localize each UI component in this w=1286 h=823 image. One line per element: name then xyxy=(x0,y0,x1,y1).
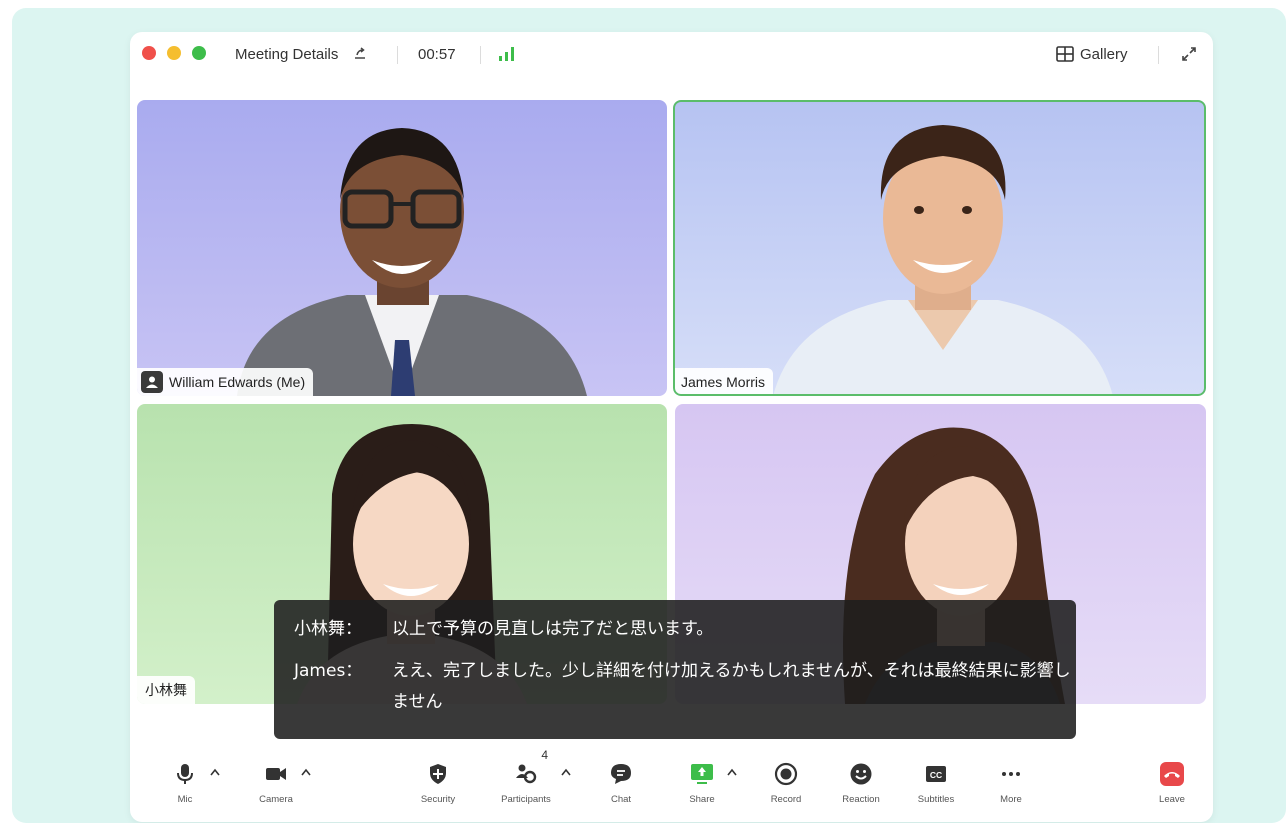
participant-name: 小林舞 xyxy=(145,682,187,698)
participant-name-tag: James Morris xyxy=(673,368,774,396)
subtitle-text: ええ、完了しました。少し詳細を付け加えるかもしれませんが、それは最終結果に影響し… xyxy=(392,661,1071,712)
gallery-view-button[interactable]: Gallery xyxy=(1056,44,1128,64)
security-button[interactable]: Security xyxy=(402,762,474,805)
subtitles-button[interactable]: CC Subtitles xyxy=(900,762,972,805)
meeting-details-title[interactable]: Meeting Details xyxy=(235,46,338,63)
video-tile-william[interactable]: William Edwards (Me) xyxy=(137,100,667,396)
participants-label: Participants xyxy=(501,794,551,805)
participants-icon-wrap: 4 xyxy=(514,748,548,786)
chat-label: Chat xyxy=(610,794,632,805)
meeting-window: Meeting Details 00:57 Gallery William Ed… xyxy=(130,32,1213,822)
grid-icon xyxy=(1056,46,1074,62)
participant-name-tag: 小林舞 xyxy=(137,676,195,704)
record-button[interactable]: Record xyxy=(750,762,822,805)
subtitle-line: James： ええ、完了しました。少し詳細を付け加えるかもしれませんが、それは最終… xyxy=(294,656,1072,718)
participants-count: 4 xyxy=(541,748,548,762)
chat-button[interactable]: Chat xyxy=(585,762,657,805)
camera-options-chevron-icon[interactable] xyxy=(301,768,311,776)
more-label: More xyxy=(1000,794,1022,805)
subtitle-text: 以上で予算の見直しは完了だと思います。 xyxy=(392,619,714,639)
divider xyxy=(1158,46,1159,64)
close-window-button[interactable] xyxy=(142,46,156,60)
reaction-button[interactable]: Reaction xyxy=(825,762,897,805)
connection-signal-icon[interactable] xyxy=(498,46,516,62)
page-background: Meeting Details 00:57 Gallery William Ed… xyxy=(12,8,1286,823)
subtitles-label: Subtitles xyxy=(917,794,955,805)
subtitle-speaker: 小林舞： xyxy=(294,619,362,639)
fullscreen-icon[interactable] xyxy=(1180,45,1198,63)
record-label: Record xyxy=(770,794,802,805)
participant-video xyxy=(237,128,587,396)
more-dots-icon xyxy=(1002,772,1020,776)
minimize-window-button[interactable] xyxy=(167,46,181,60)
chat-icon xyxy=(611,764,631,784)
smiley-icon xyxy=(850,763,872,785)
more-button[interactable]: More xyxy=(975,762,1047,805)
reaction-label: Reaction xyxy=(842,794,880,805)
video-tile-james[interactable]: James Morris xyxy=(673,100,1206,396)
mic-label: Mic xyxy=(177,794,193,805)
maximize-window-button[interactable] xyxy=(192,46,206,60)
share-label: Share xyxy=(689,794,715,805)
participant-name: James Morris xyxy=(681,374,766,390)
participants-options-chevron-icon[interactable] xyxy=(561,768,571,776)
meeting-timer: 00:57 xyxy=(418,46,456,63)
shield-icon xyxy=(430,764,446,784)
microphone-icon xyxy=(177,764,193,784)
participants-button[interactable]: 4 Participants xyxy=(490,748,562,805)
participant-name: William Edwards (Me) xyxy=(169,374,306,390)
video-camera-icon xyxy=(266,768,286,780)
leave-label: Leave xyxy=(1159,794,1185,805)
share-link-icon[interactable] xyxy=(352,45,368,61)
closed-captions-icon: CC xyxy=(926,766,946,782)
gallery-label: Gallery xyxy=(1080,45,1128,63)
security-label: Security xyxy=(420,794,456,805)
title-bar: Meeting Details 00:57 Gallery xyxy=(130,32,1213,78)
participant-name-tag: William Edwards (Me) xyxy=(137,368,314,396)
people-icon xyxy=(516,764,537,784)
subtitle-speaker: James： xyxy=(294,661,363,681)
participant-video xyxy=(773,125,1113,396)
subtitle-line: 小林舞： 以上で予算の見直しは完了だと思います。 xyxy=(294,614,1072,645)
user-icon xyxy=(141,371,163,393)
share-screen-icon xyxy=(691,764,713,784)
meeting-toolbar: Mic Camera Security 4 Participants Chat … xyxy=(130,748,1213,822)
hang-up-phone-icon xyxy=(1160,762,1184,786)
mic-options-chevron-icon[interactable] xyxy=(210,768,220,776)
leave-button[interactable]: Leave xyxy=(1136,762,1208,805)
share-options-chevron-icon[interactable] xyxy=(727,768,737,776)
camera-label: Camera xyxy=(259,794,293,805)
divider xyxy=(397,46,398,64)
svg-text:CC: CC xyxy=(930,770,942,780)
divider xyxy=(480,46,481,64)
record-icon xyxy=(774,762,798,786)
subtitle-panel: 小林舞： 以上で予算の見直しは完了だと思います。 James： ええ、完了しました。… xyxy=(274,600,1076,739)
